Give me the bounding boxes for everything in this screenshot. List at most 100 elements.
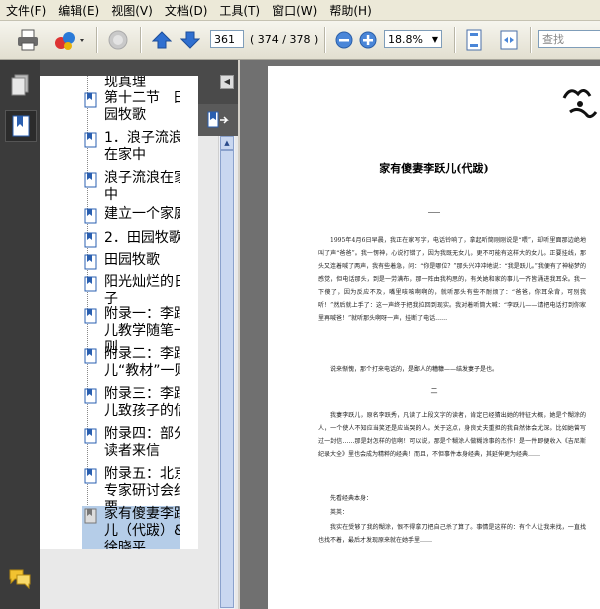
paragraph: 英英： bbox=[330, 509, 349, 516]
attach-button[interactable] bbox=[50, 27, 90, 53]
document-viewer: 家有傻妻李跃儿(代跋) 1995年4月6日早晨，我正在家写字，电话铃响了，拿起听… bbox=[240, 60, 600, 609]
zoom-select[interactable]: 18.8% ▼ bbox=[384, 30, 442, 48]
bookmark-label: 家有傻妻李跃儿（代跋）&徐晓平 bbox=[104, 506, 180, 549]
menu-tools[interactable]: 工具(T) bbox=[213, 2, 266, 19]
menu-bar: 文件(F) 编辑(E) 视图(V) 文档(D) 工具(T) 窗口(W) 帮助(H… bbox=[0, 0, 600, 21]
fit-page-button[interactable] bbox=[462, 27, 486, 53]
paragraph: 我妻李跃儿，原名李跃秀，凡读了上段文字的读者，肯定已经猜出她的特征大概，她是个糊… bbox=[318, 412, 586, 458]
bookmark-item[interactable]: 阳光灿烂的日子 bbox=[82, 274, 180, 308]
bookmark-icon bbox=[84, 308, 97, 324]
bookmark-icon bbox=[84, 254, 97, 270]
pages-button[interactable] bbox=[5, 70, 35, 100]
bookmark-item[interactable]: 田园牧歌 bbox=[82, 252, 180, 270]
bookmark-item[interactable]: 2．田园牧歌 bbox=[82, 230, 180, 248]
arrow-up-icon bbox=[152, 31, 172, 49]
bookmark-label: 第十二节 田园牧歌 bbox=[104, 90, 180, 123]
page-number-input[interactable]: 361 bbox=[210, 30, 244, 48]
bookmark-item[interactable]: 附录三：李跃儿致孩子的信 bbox=[82, 386, 180, 420]
bookmark-label: 2．田园牧歌 bbox=[104, 230, 180, 246]
zoom-out-button[interactable] bbox=[334, 29, 354, 51]
bookmark-scrollbar[interactable]: ▲ bbox=[218, 136, 235, 609]
printer-icon bbox=[18, 29, 38, 51]
bookmark-icon bbox=[84, 428, 97, 444]
chevron-down-icon: ▼ bbox=[431, 34, 438, 44]
bookmark-item[interactable]: 附录二：李跃儿“教材”一则 bbox=[82, 346, 180, 380]
navigation-pane bbox=[0, 60, 40, 609]
expand-bookmark-button[interactable] bbox=[206, 110, 232, 130]
scroll-thumb[interactable] bbox=[220, 150, 234, 608]
next-page-button[interactable] bbox=[178, 27, 202, 53]
print-button[interactable] bbox=[14, 27, 42, 53]
disabled-tool-button[interactable] bbox=[104, 27, 132, 53]
bookmark-icon bbox=[84, 508, 97, 524]
menu-document[interactable]: 文档(D) bbox=[159, 2, 214, 19]
comments-icon bbox=[9, 569, 31, 589]
zoom-in-button[interactable] bbox=[358, 29, 378, 51]
zoom-value: 18.8% bbox=[388, 32, 423, 46]
fit-width-icon bbox=[500, 30, 518, 50]
paragraph: 先看经典本身： bbox=[330, 495, 373, 502]
menu-file[interactable]: 文件(F) bbox=[0, 2, 52, 19]
bookmark-label: 阳光灿烂的日子 bbox=[104, 274, 180, 307]
bookmark-list: 现真理 第十二节 田园牧歌 1．浪子流浪在家中 浪子流浪在家中建立一个家庭 2．田园牧歌… bbox=[82, 76, 180, 549]
bookmark-item[interactable]: 1．浪子流浪在家中 bbox=[82, 130, 180, 164]
paragraph: 1995年4月6日早晨，我正在家写字，电话铃响了，拿起听筒刚刚说是“喂”，却听里… bbox=[318, 237, 586, 322]
scroll-up-button[interactable]: ▲ bbox=[220, 136, 234, 150]
section-mark: 二 bbox=[430, 387, 438, 395]
search-input[interactable]: 查找 bbox=[538, 30, 600, 48]
toolbar-separator bbox=[140, 27, 142, 53]
bookmark-icon bbox=[84, 468, 97, 484]
bookmark-label: 附录四：部分读者来信 bbox=[104, 426, 180, 459]
pages-icon bbox=[11, 74, 29, 96]
bookmark-label: 1．浪子流浪在家中 bbox=[104, 130, 180, 163]
bookmarks-tab-button[interactable] bbox=[5, 110, 37, 142]
bookmark-label: 附录二：李跃儿“教材”一则 bbox=[104, 346, 180, 379]
document-page: 家有傻妻李跃儿(代跋) 1995年4月6日早晨，我正在家写字，电话铃响了，拿起听… bbox=[268, 66, 600, 609]
toolbar-separator bbox=[454, 27, 456, 53]
zoom-out-icon bbox=[335, 31, 353, 49]
menu-edit[interactable]: 编辑(E) bbox=[52, 2, 105, 19]
decorative-illustration bbox=[562, 89, 598, 119]
bookmark-item[interactable]: 浪子流浪在家中 bbox=[82, 170, 180, 204]
bookmark-item[interactable]: 附录四：部分读者来信 bbox=[82, 426, 180, 460]
bookmark-icon bbox=[84, 208, 97, 224]
collapse-panel-button[interactable]: ◀ bbox=[220, 75, 234, 89]
bookmark-icon bbox=[84, 172, 97, 188]
fit-page-icon bbox=[466, 29, 482, 51]
bookmark-item[interactable]: 现真理 bbox=[82, 76, 180, 91]
bookmark-label: 建立一个家庭 bbox=[104, 206, 180, 222]
bookmark-icon bbox=[84, 388, 97, 404]
bookmark-item[interactable]: 家有傻妻李跃儿（代跋）&徐晓平 bbox=[82, 506, 180, 549]
bookmark-label: 现真理 bbox=[104, 76, 146, 90]
bookmark-icon bbox=[84, 232, 97, 248]
bookmark-icon bbox=[84, 348, 97, 364]
toolbar-separator bbox=[96, 27, 98, 53]
paragraph: 说来惭愧，那个打来电话的，是鄙人的糟糠——结发妻子是也。 bbox=[330, 366, 499, 373]
paragraph: 我实在受够了我的糊涂，恨不得拿刀把自己杀了算了。事情是这样的：有个人让我来找，一… bbox=[318, 524, 586, 544]
document-title: 家有傻妻李跃儿(代跋) bbox=[379, 162, 489, 175]
bookmark-icon bbox=[12, 115, 30, 137]
arrow-down-icon bbox=[180, 31, 200, 49]
menu-help[interactable]: 帮助(H) bbox=[323, 2, 377, 19]
menu-view[interactable]: 视图(V) bbox=[105, 2, 159, 19]
share-icon bbox=[55, 32, 84, 50]
bookmark-label: 附录三：李跃儿致孩子的信 bbox=[104, 386, 180, 419]
bookmark-icon bbox=[84, 92, 97, 108]
divider bbox=[428, 212, 440, 213]
toolbar: 361 ( 374 / 378 ) 18.8% ▼ 查找 bbox=[0, 21, 600, 60]
expand-bookmark-icon bbox=[207, 111, 229, 128]
menu-window[interactable]: 窗口(W) bbox=[266, 2, 323, 19]
bookmark-label: 浪子流浪在家中 bbox=[104, 170, 180, 203]
hand-icon bbox=[108, 30, 128, 50]
bookmark-icon bbox=[84, 276, 97, 292]
bookmark-item[interactable]: 建立一个家庭 bbox=[82, 206, 180, 224]
page-count-label: ( 374 / 378 ) bbox=[250, 33, 319, 46]
bookmark-item[interactable]: 第十二节 田园牧歌 bbox=[82, 90, 180, 124]
comments-button[interactable] bbox=[5, 563, 35, 593]
toolbar-separator bbox=[324, 27, 326, 53]
zoom-in-icon bbox=[359, 31, 377, 49]
fit-width-button[interactable] bbox=[496, 27, 522, 53]
previous-page-button[interactable] bbox=[150, 27, 174, 53]
bookmark-icon bbox=[84, 132, 97, 148]
toolbar-separator bbox=[530, 27, 532, 53]
